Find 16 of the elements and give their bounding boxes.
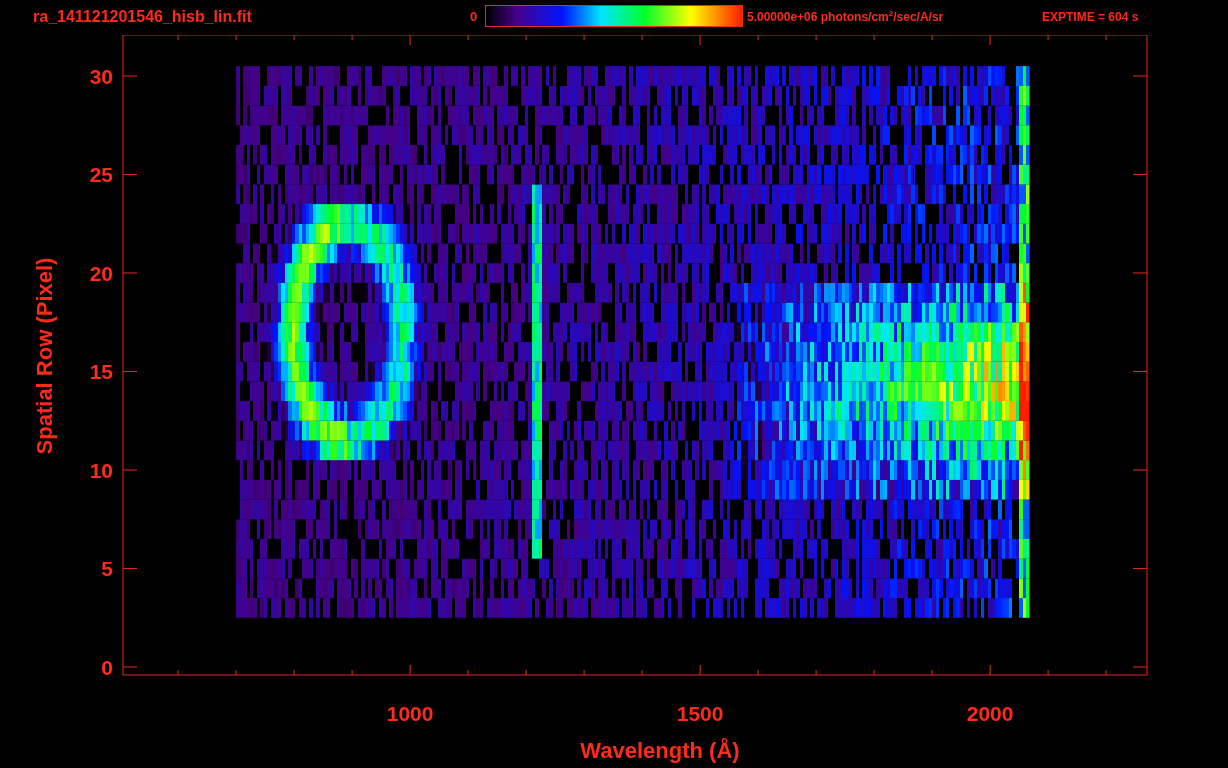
colorbar-min-label: 0 [470, 9, 479, 24]
colorbar-max-label: 5.00000e+06 photons/cm$^{2}$/sec/A/sr [747, 10, 945, 24]
y-tick-label: 0 [101, 656, 113, 679]
file-name: ra_141121201546_hisb_lin.fit [33, 8, 253, 26]
exposure-time: EXPTIME = 604 s [1042, 10, 1139, 24]
y-tick-label: 25 [89, 163, 113, 187]
x-tick-label: 1000 [386, 702, 434, 725]
y-tick-label: 15 [89, 360, 113, 384]
y-tick-label: 10 [89, 459, 113, 482]
y-tick-label: 30 [89, 65, 113, 88]
x-axis-title: Wavelength (Å) [580, 738, 740, 763]
y-axis-title: Spatial Row (Pixel) [32, 257, 57, 455]
x-tick-label: 2000 [966, 702, 1014, 725]
x-tick-label: 1500 [676, 702, 724, 725]
y-tick-label: 20 [89, 262, 113, 285]
y-tick-label: 5 [101, 557, 113, 581]
